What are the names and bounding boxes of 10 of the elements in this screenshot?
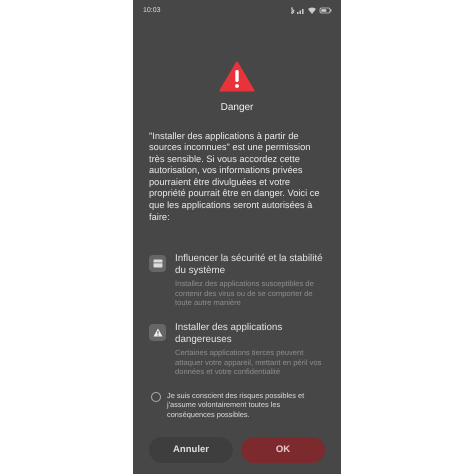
warning-message: "Installer des applications à partir de sources inconnues" est une permission très sensible. Si vous accordez cette autorisation, vos informations privées pourraient être divulguées et votre propriété pourrait être en danger. Voici ce que les applications seront autorisées à faire:: [148, 130, 321, 224]
ok-button[interactable]: OK: [241, 437, 325, 464]
consent-checkbox[interactable]: [151, 392, 161, 402]
cancel-button[interactable]: Annuler: [149, 437, 233, 464]
dialog-title: Danger: [220, 100, 254, 114]
warning-icon: [219, 60, 255, 92]
status-icons: [289, 6, 333, 16]
permission-title: Influencer la sécurité et la stabilité du système: [175, 253, 324, 278]
permission-title: Installer des applications dangereuses: [175, 322, 284, 346]
warning-icon: [149, 324, 166, 342]
